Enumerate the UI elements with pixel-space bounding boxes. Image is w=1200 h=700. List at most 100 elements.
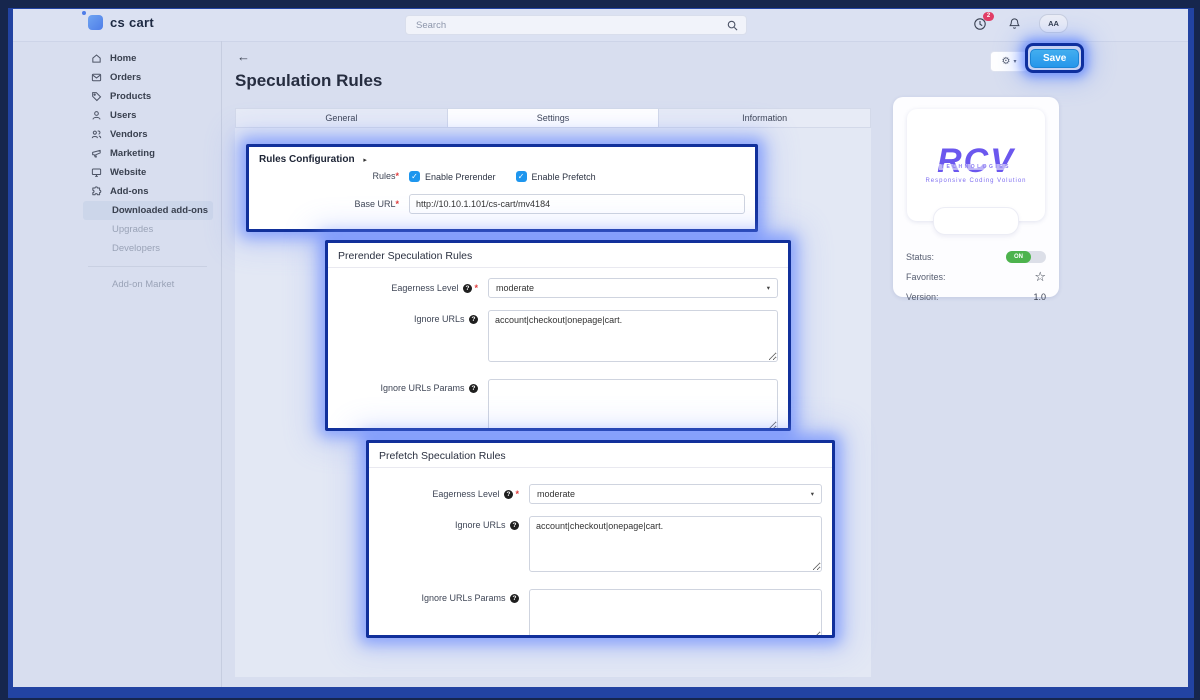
base-url-label: Base URL* (249, 199, 409, 209)
prefetch-ignore-params-label: Ignore URLs Params ? (369, 589, 529, 603)
topbar: cs cart 2 AA (13, 9, 1188, 42)
vendors-people-icon (90, 129, 102, 141)
prefetch-eagerness-label: Eagerness Level ? * (369, 489, 529, 499)
sidebar-item-upgrades[interactable]: Upgrades (88, 220, 213, 239)
sidebar-item-vendors[interactable]: Vendors (88, 125, 213, 144)
prefetch-ignore-urls-row: Ignore URLs ? account|checkout|onepage|c… (369, 516, 822, 577)
rcv-logo-subtext: TECHNOLOGIES (939, 164, 1013, 170)
prerender-ignore-urls-label: Ignore URLs ? (328, 310, 488, 324)
favorites-row: Favorites: ☆ (906, 267, 1046, 287)
prerender-ignore-urls-textarea[interactable]: account|checkout|onepage|cart. (488, 310, 778, 362)
rcv-logo-text: RCV (937, 146, 1015, 176)
website-monitor-icon (90, 167, 102, 179)
cscart-logo-icon (88, 15, 103, 30)
search-input[interactable] (414, 19, 727, 32)
rules-label: Rules* (249, 171, 409, 181)
rules-configuration-panel: Rules Configuration ▸ Rules* ✓ Enable Pr… (246, 144, 758, 232)
status-toggle[interactable]: ON (1006, 251, 1046, 263)
user-avatar[interactable]: AA (1039, 14, 1068, 33)
checkbox-checked-icon: ✓ (409, 171, 420, 182)
sidebar-item-users[interactable]: Users (88, 106, 213, 125)
sidebar-item-products[interactable]: Products (88, 87, 213, 106)
favorite-star-icon[interactable]: ☆ (1034, 271, 1046, 283)
prefetch-ignore-params-textarea[interactable] (529, 589, 822, 638)
back-button[interactable]: ← (237, 49, 250, 64)
help-icon[interactable]: ? (504, 490, 513, 499)
history-badge: 2 (983, 12, 994, 21)
sidebar-item-addon-market[interactable]: Add-on Market (88, 275, 213, 294)
addons-puzzle-icon (90, 186, 102, 198)
prerender-eagerness-label: Eagerness Level ? * (328, 283, 488, 293)
enable-prerender-checkbox[interactable]: ✓ Enable Prerender (409, 171, 496, 182)
sidebar-item-marketing[interactable]: Marketing (88, 144, 213, 163)
rules-configuration-title: Rules Configuration ▸ (249, 147, 755, 169)
sidebar-item-downloaded-addons[interactable]: Downloaded add-ons (83, 201, 213, 220)
prerender-ignore-urls-row: Ignore URLs ? account|checkout|onepage|c… (328, 310, 778, 367)
home-icon (90, 53, 102, 65)
tab-information[interactable]: Information (659, 109, 870, 127)
prerender-ignore-params-textarea[interactable] (488, 379, 778, 431)
help-icon[interactable]: ? (469, 315, 478, 324)
rcv-logo-tagline: Responsive Coding Volution (925, 178, 1026, 184)
prefetch-ignore-urls-label: Ignore URLs ? (369, 516, 529, 530)
prefetch-panel-title: Prefetch Speculation Rules (369, 443, 832, 468)
admin-app: cs cart 2 AA (13, 9, 1188, 687)
user-icon (90, 110, 102, 122)
help-icon[interactable]: ? (469, 384, 478, 393)
gear-icon: ⚙ (1002, 56, 1011, 67)
addon-vendor-logo: RCV TECHNOLOGIES Responsive Coding Volut… (907, 109, 1045, 221)
history-icon[interactable]: 2 (971, 15, 989, 33)
prerender-panel-title: Prerender Speculation Rules (328, 243, 788, 268)
help-icon[interactable]: ? (463, 284, 472, 293)
base-url-input[interactable] (409, 194, 745, 214)
topbar-icons: 2 AA (971, 14, 1068, 33)
prerender-rules-panel: Prerender Speculation Rules Eagerness Le… (325, 240, 791, 431)
prefetch-ignore-params-row: Ignore URLs Params ? (369, 589, 822, 638)
addon-info-card: RCV TECHNOLOGIES Responsive Coding Volut… (893, 97, 1059, 297)
version-row: Version: 1.0 (906, 287, 1046, 307)
orders-icon (90, 72, 102, 84)
prefetch-rules-panel: Prefetch Speculation Rules Eagerness Lev… (366, 440, 835, 638)
search-icon[interactable] (727, 20, 738, 31)
page-title: Speculation Rules (235, 71, 382, 91)
prefetch-eagerness-row: Eagerness Level ? * moderate ▾ (369, 484, 822, 504)
help-icon[interactable]: ? (510, 594, 519, 603)
checkbox-checked-icon: ✓ (516, 171, 527, 182)
status-toggle-on: ON (1006, 251, 1031, 263)
sidebar-item-orders[interactable]: Orders (88, 68, 213, 87)
tab-general[interactable]: General (236, 109, 448, 127)
prerender-eagerness-select[interactable]: moderate ▾ (488, 278, 778, 298)
notifications-bell-icon[interactable] (1005, 15, 1023, 33)
save-highlight: Save (1025, 43, 1084, 73)
prerender-ignore-params-label: Ignore URLs Params ? (328, 379, 488, 393)
prerender-ignore-params-row: Ignore URLs Params ? (328, 379, 778, 431)
global-search[interactable] (405, 15, 747, 35)
prefetch-ignore-urls-textarea[interactable]: account|checkout|onepage|cart. (529, 516, 822, 572)
sidebar-item-website[interactable]: Website (88, 163, 213, 182)
sidebar-divider (88, 266, 207, 267)
rules-row: Rules* ✓ Enable Prerender ✓ Enable Prefe… (249, 169, 745, 182)
expand-icon[interactable]: ▸ (363, 157, 367, 164)
settings-gear-button[interactable]: ⚙ ▾ (990, 51, 1028, 72)
rules-checkbox-group: ✓ Enable Prerender ✓ Enable Prefetch (409, 169, 745, 182)
marketing-megaphone-icon (90, 148, 102, 160)
sidebar-item-home[interactable]: Home (88, 49, 213, 68)
help-icon[interactable]: ? (510, 521, 519, 530)
chevron-down-icon: ▾ (767, 284, 770, 292)
prefetch-eagerness-select[interactable]: moderate ▾ (529, 484, 822, 504)
prerender-eagerness-row: Eagerness Level ? * moderate ▾ (328, 278, 778, 298)
sidebar-item-developers[interactable]: Developers (88, 239, 213, 258)
tab-bar: General Settings Information (235, 108, 871, 128)
enable-prefetch-checkbox[interactable]: ✓ Enable Prefetch (516, 171, 596, 182)
window-frame: cs cart 2 AA (0, 0, 1200, 700)
logo-pill-decoration (933, 207, 1019, 235)
tab-settings[interactable]: Settings (448, 109, 660, 127)
status-row: Status: ON (906, 247, 1046, 267)
sidebar: Home Orders Products Users Vendors Marke… (13, 41, 222, 687)
cscart-logo[interactable]: cs cart (88, 15, 154, 30)
base-url-row: Base URL* (249, 194, 745, 214)
version-value: 1.0 (1033, 292, 1046, 302)
sidebar-item-addons[interactable]: Add-ons (88, 182, 213, 201)
chevron-down-icon: ▾ (811, 490, 814, 498)
save-button[interactable]: Save (1030, 49, 1079, 68)
